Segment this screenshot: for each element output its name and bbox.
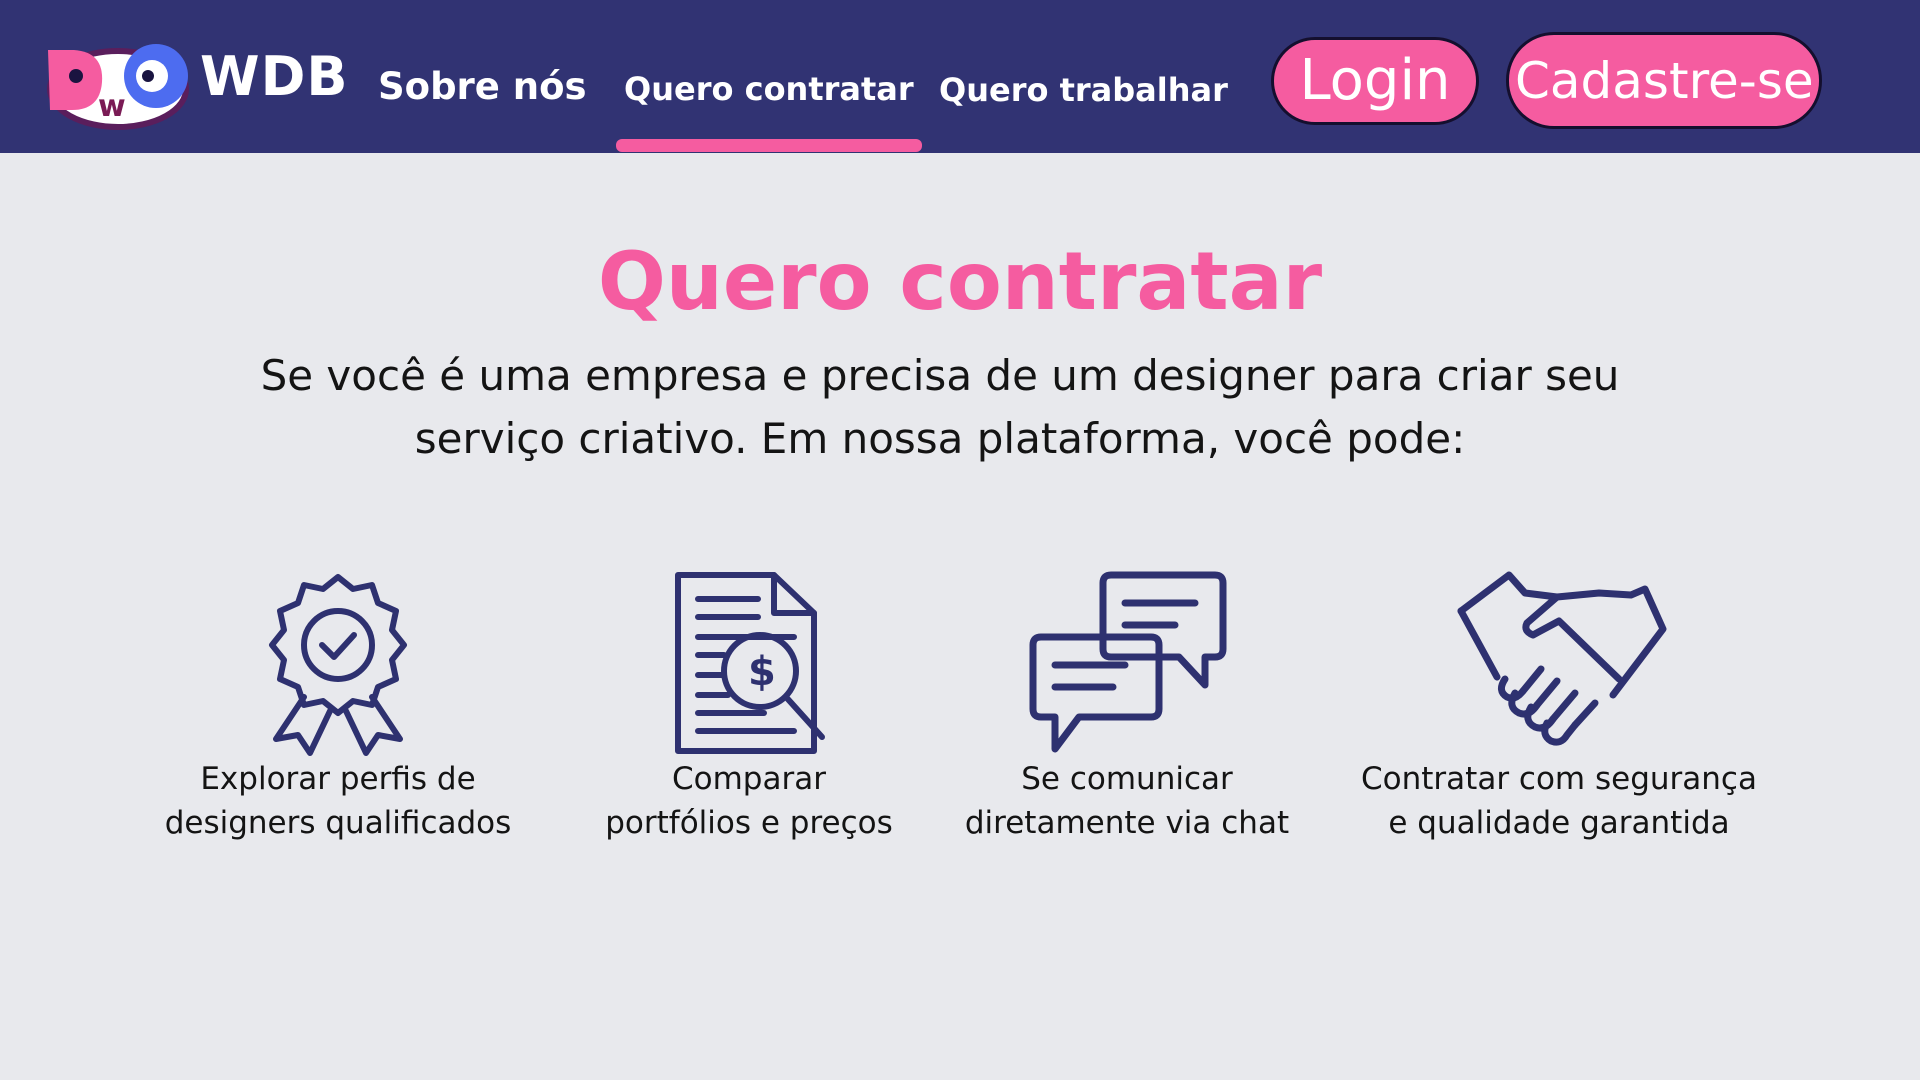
feature-label: Comparar portfólios e preços <box>605 761 893 841</box>
svg-text:$: $ <box>748 649 776 695</box>
award-badge-icon <box>269 574 407 756</box>
handshake-icon <box>1457 571 1667 746</box>
feature-card-comunicar: Se comunicar diretamente via chat <box>917 567 1337 845</box>
svg-text:w: w <box>98 89 126 124</box>
feature-label: Se comunicar diretamente via chat <box>964 761 1290 841</box>
active-nav-indicator <box>616 139 922 152</box>
top-navbar: w WDB Sobre nós Quero contratar Quero tr… <box>0 0 1920 153</box>
login-button[interactable]: Login <box>1271 37 1479 125</box>
page-title: Quero contratar <box>597 235 1323 328</box>
feature-card-comparar: $ Comparar portfólios e preços <box>539 567 959 845</box>
nav-link-quero-contratar[interactable]: Quero contratar <box>624 73 914 105</box>
brand-name[interactable]: WDB <box>200 50 349 104</box>
nav-link-quero-trabalhar[interactable]: Quero trabalhar <box>939 74 1228 106</box>
chat-bubbles-icon <box>1029 571 1227 753</box>
wdb-logo-icon[interactable]: w <box>44 44 190 130</box>
feature-label: Explorar perfis de designers qualificado… <box>164 761 512 841</box>
nav-link-sobre-nos[interactable]: Sobre nós <box>378 68 587 105</box>
feature-card-contratar: Contratar com segurança e qualidade gara… <box>1349 567 1769 845</box>
page-intro: Se você é uma empresa e precisa de um de… <box>260 351 1620 463</box>
feature-label: Contratar com segurança e qualidade gara… <box>1361 761 1757 841</box>
document-price-search-icon: $ <box>675 572 825 754</box>
signup-button[interactable]: Cadastre-se <box>1506 32 1822 129</box>
feature-card-explorar: Explorar perfis de designers qualificado… <box>128 567 548 845</box>
